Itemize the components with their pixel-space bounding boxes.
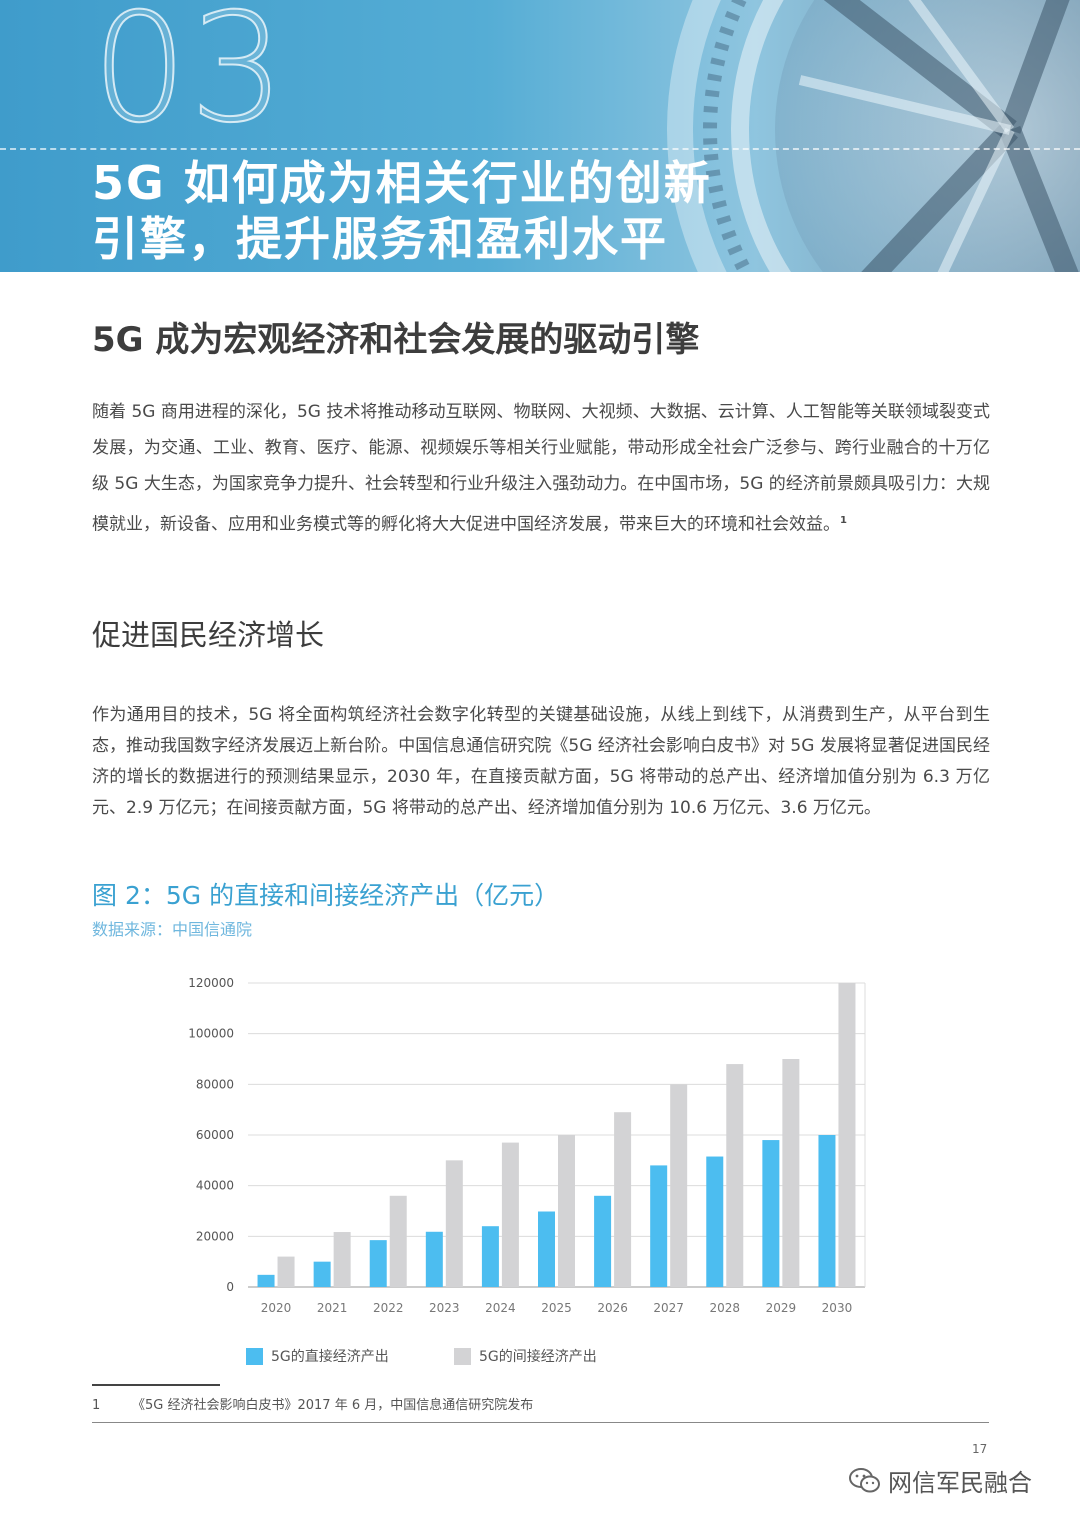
bar-indirect	[670, 1084, 688, 1287]
bar-indirect	[333, 1232, 351, 1287]
bar-indirect	[782, 1059, 800, 1287]
y-tick-label: 100000	[188, 1027, 234, 1041]
footnote: 1 《5G 经济社会影响白皮书》2017 年 6 月，中国信息通信研究院发布	[92, 1394, 533, 1413]
legend-label-indirect: 5G的间接经济产出	[479, 1349, 597, 1365]
bar-indirect	[726, 1064, 744, 1287]
bar-direct	[425, 1231, 443, 1287]
legend-swatch-direct	[246, 1347, 263, 1365]
chapter-title: 5G 如何成为相关行业的创新 引擎，提升服务和盈利水平	[92, 155, 712, 267]
y-tick-label: 0	[226, 1280, 234, 1294]
y-tick-label: 60000	[196, 1128, 234, 1142]
x-tick-label: 2030	[822, 1301, 853, 1315]
bar-direct	[594, 1195, 612, 1287]
intro-paragraph-text: 随着 5G 商用进程的深化，5G 技术将推动移动互联网、物联网、大视频、大数据、…	[92, 402, 990, 535]
x-tick-label: 2025	[541, 1301, 572, 1315]
footnote-divider	[92, 1384, 220, 1386]
legend-swatch-indirect	[454, 1347, 471, 1365]
bar-chart: 0 20000 40000 60000 80000 100000 120000 2020 202…	[188, 976, 866, 1315]
bar-direct	[538, 1211, 555, 1287]
bar-direct	[818, 1135, 836, 1287]
x-tick-label: 2027	[653, 1301, 684, 1315]
bar-indirect	[389, 1195, 407, 1287]
wechat-icon	[849, 1467, 880, 1492]
x-tick-label: 2022	[373, 1301, 404, 1315]
bar-direct	[650, 1165, 668, 1287]
y-tick-label: 80000	[196, 1077, 234, 1091]
x-tick-label: 2023	[429, 1301, 460, 1315]
bar-direct	[369, 1240, 387, 1287]
y-tick-label: 40000	[196, 1179, 234, 1193]
bar-indirect	[277, 1256, 295, 1287]
intro-paragraph: 随着 5G 商用进程的深化，5G 技术将推动移动互联网、物联网、大视频、大数据、…	[92, 394, 990, 542]
bar-direct	[481, 1226, 499, 1287]
x-tick-label: 2028	[709, 1301, 740, 1315]
y-tick-label: 120000	[188, 976, 234, 990]
x-tick-label: 2024	[485, 1301, 516, 1315]
bar-direct	[313, 1261, 331, 1287]
chapter-banner: 03 5G 如何成为相关行业的创新 引擎，提升服务和盈利水平	[0, 0, 1080, 272]
bar-indirect	[501, 1142, 519, 1287]
figure-source: 数据来源：中国信通院	[92, 920, 253, 939]
page-number: 17	[972, 1442, 988, 1456]
bar-direct	[706, 1156, 724, 1287]
subsection-heading: 促进国民经济增长	[92, 618, 325, 652]
bar-direct	[762, 1140, 780, 1287]
bar-indirect	[558, 1135, 575, 1287]
legend-item-indirect: 5G的间接经济产出	[454, 1346, 597, 1366]
figure-title: 图 2：5G 的直接和间接经济产出（亿元）	[92, 881, 560, 910]
section-heading: 5G 成为宏观经济和社会发展的驱动引擎	[92, 320, 700, 360]
watermark: 网信军民融合	[848, 1463, 1032, 1498]
footnote-text: 《5G 经济社会影响白皮书》2017 年 6 月，中国信息通信研究院发布	[132, 1398, 534, 1413]
watermark-text: 网信军民融合	[888, 1469, 1032, 1497]
page-bottom-rule	[92, 1422, 989, 1423]
bar-direct	[257, 1274, 275, 1287]
bar-indirect	[445, 1160, 463, 1287]
growth-paragraph: 作为通用目的技术，5G 将全面构筑经济社会数字化转型的关键基础设施，从线上到线下…	[92, 705, 990, 818]
banner-divider	[0, 148, 1080, 150]
x-tick-label: 2026	[597, 1301, 628, 1315]
chapter-title-line-2: 引擎，提升服务和盈利水平	[92, 212, 668, 266]
bar-indirect	[614, 1112, 632, 1287]
x-tick-label: 2020	[261, 1301, 292, 1315]
y-tick-label: 20000	[196, 1229, 234, 1243]
legend-label-direct: 5G的直接经济产出	[271, 1349, 389, 1365]
footnote-number: 1	[92, 1398, 101, 1413]
legend-item-direct: 5G的直接经济产出	[246, 1346, 389, 1366]
bar-indirect	[838, 983, 856, 1287]
chapter-title-line-1: 5G 如何成为相关行业的创新	[92, 156, 712, 210]
x-tick-label: 2029	[766, 1301, 797, 1315]
footnote-reference[interactable]: 1	[840, 515, 847, 526]
x-tick-label: 2021	[317, 1301, 348, 1315]
chapter-number: 03	[91, 0, 287, 156]
